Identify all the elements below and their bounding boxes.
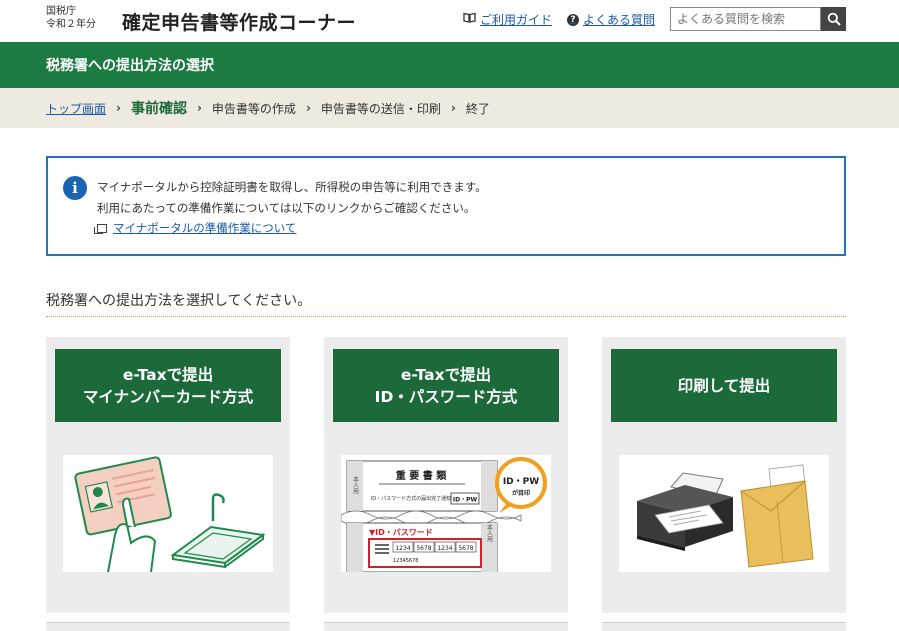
info-box: i マイナポータルから控除証明書を取得し、所得税の申告等に利用できます。 利用に…: [46, 156, 846, 256]
card-print[interactable]: 印刷して提出: [602, 337, 846, 613]
chevron-right-icon: ›: [116, 101, 121, 115]
code-3: 1234: [437, 545, 452, 552]
agency-name: 国税庁: [46, 6, 76, 17]
breadcrumb-step-send: 申告書等の送信・印刷: [320, 101, 441, 116]
tax-year: 令和２年分: [46, 19, 96, 30]
card-etax-mynumber[interactable]: e-Taxで提出 マイナンバーカード方式: [46, 337, 290, 613]
breadcrumb-step-end: 終了: [465, 101, 490, 116]
card-bottom-edge-3: [602, 622, 846, 631]
code-2: 5678: [416, 545, 431, 552]
idpw-red-label: ▼ID・パスワード: [369, 527, 433, 537]
doc-side-label-left: 本人用: [352, 475, 359, 495]
breadcrumb-current: 事前確認: [130, 101, 187, 117]
code-1: 1234: [395, 545, 410, 552]
doc-side-label-right: 本人用: [486, 523, 493, 543]
faq-link[interactable]: ? よくある質問: [567, 11, 655, 28]
small-code: 12345678: [393, 558, 418, 564]
card-etax-idpw[interactable]: e-Taxで提出 ID・パスワード方式 重 要 書 類 ID・パスワード方式の届…: [324, 337, 568, 613]
mynumber-card-reader-illustration: [63, 455, 273, 572]
etax-idpw-button-line1: e-Taxで提出: [400, 365, 492, 384]
etax-idpw-button-line2: ID・パスワード方式: [374, 387, 518, 406]
breadcrumb: トップ画面 › 事前確認 › 申告書等の作成 › 申告書等の送信・印刷 › 終了: [0, 88, 899, 128]
idpw-badge-line1: ID・PW: [503, 477, 539, 487]
info-text-1: マイナポータルから控除証明書を取得し、所得税の申告等に利用できます。: [97, 180, 487, 194]
guide-link[interactable]: ご利用ガイド: [463, 11, 552, 28]
idpw-badge-line2: が目印: [512, 489, 530, 497]
info-icon: i: [63, 176, 87, 200]
faq-search-input[interactable]: [670, 7, 821, 31]
doc-idpw-label: ID・PW: [453, 497, 478, 504]
book-icon: [463, 12, 476, 27]
etax-mynumber-button-line1: e-Taxで提出: [122, 365, 214, 384]
guide-link-label[interactable]: ご利用ガイド: [480, 11, 552, 28]
code-4: 5678: [458, 545, 473, 552]
chevron-right-icon: ›: [305, 101, 311, 115]
print-submit-button[interactable]: 印刷して提出: [611, 349, 837, 422]
page-banner: 税務署への提出方法の選択: [0, 42, 899, 88]
doc-title: 重 要 書 類: [396, 469, 447, 482]
search-button[interactable]: [821, 7, 846, 31]
agency-label: 国税庁 令和２年分: [46, 5, 96, 31]
page-title: 税務署への提出方法の選択: [46, 58, 214, 74]
chevron-right-icon: ›: [196, 101, 202, 115]
etax-idpw-button[interactable]: e-Taxで提出 ID・パスワード方式: [333, 349, 559, 422]
breadcrumb-step-create: 申告書等の作成: [211, 101, 296, 116]
top-header: 国税庁 令和２年分 確定申告書等作成コーナー ご利用ガイド ? よくある質問: [0, 0, 899, 42]
doc-subtitle: ID・パスワード方式の届出完了通知: [371, 495, 451, 502]
chevron-right-icon: ›: [450, 101, 456, 115]
etax-mynumber-button-line2: マイナンバーカード方式: [82, 387, 254, 406]
new-window-icon: [94, 223, 107, 234]
info-text-2: 利用にあたっての準備作業については以下のリンクからご確認ください。: [97, 201, 476, 215]
search-icon: [827, 12, 841, 26]
myna-portal-prep-link[interactable]: マイナポータルの準備作業について: [94, 220, 296, 236]
breadcrumb-top[interactable]: トップ画面: [46, 100, 106, 117]
myna-portal-prep-link-label[interactable]: マイナポータルの準備作業について: [113, 220, 296, 236]
site-title[interactable]: 確定申告書等作成コーナー: [122, 8, 356, 35]
etax-mynumber-button[interactable]: e-Taxで提出 マイナンバーカード方式: [55, 349, 281, 422]
printer-envelope-illustration: [619, 455, 829, 572]
idpw-notice-illustration: 重 要 書 類 ID・パスワード方式の届出完了通知 ID・PW 本人用 本人用 …: [341, 455, 551, 572]
card-bottom-edge-2: [324, 622, 568, 631]
question-icon: ?: [567, 13, 579, 26]
faq-link-label[interactable]: よくある質問: [583, 11, 655, 28]
section-heading: 税務署への提出方法を選択してください。: [46, 293, 312, 309]
print-submit-button-label: 印刷して提出: [677, 376, 771, 395]
card-bottom-edge-1: [46, 622, 290, 631]
section-divider: [46, 316, 846, 317]
